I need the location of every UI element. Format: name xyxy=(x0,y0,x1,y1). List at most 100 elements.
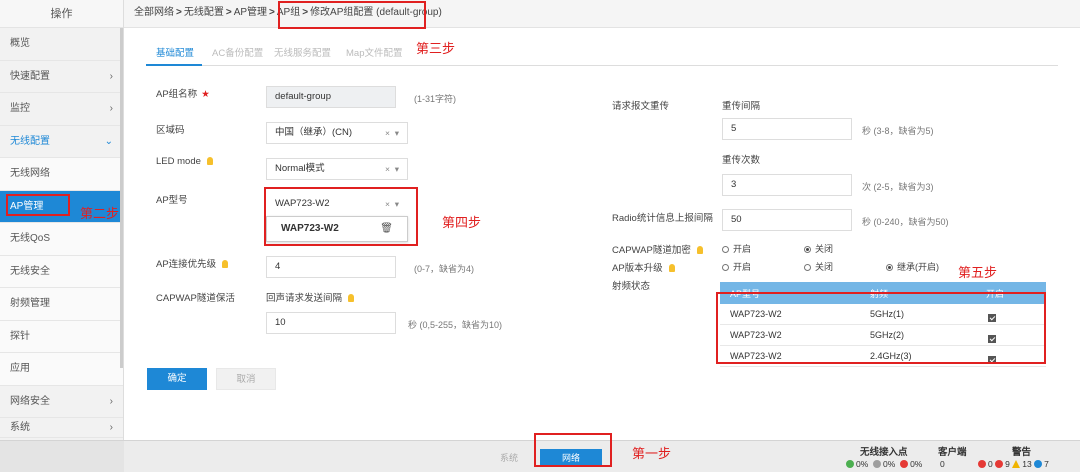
ap-upgrade-off-radio[interactable]: 关闭 xyxy=(804,260,833,273)
region-code-select[interactable]: 中国（继承）(CN) × ▾ xyxy=(266,122,408,144)
tip-bulb-icon[interactable] xyxy=(222,260,229,268)
annotation-box xyxy=(264,187,418,246)
confirm-button[interactable]: 确定 xyxy=(147,368,207,390)
capwap-keepalive-label: CAPWAP隧道保活 xyxy=(156,293,235,304)
sidebar-item-label: 无线配置 xyxy=(10,135,50,147)
priority-input[interactable]: 4 xyxy=(266,256,396,278)
annotation-step1: 第一步 xyxy=(632,447,672,462)
annotation-box xyxy=(278,1,426,29)
priority-label: AP连接优先级 xyxy=(156,256,229,270)
breadcrumb-item[interactable]: AP管理 xyxy=(234,7,267,18)
required-mark: ★ xyxy=(201,89,210,100)
sidebar-header: 操作 xyxy=(0,0,123,28)
wireless-access-values: 0% 0% 0% xyxy=(846,459,922,469)
sidebar-item-label: 无线安全 xyxy=(10,265,50,277)
annotation-step3: 第三步 xyxy=(416,42,456,57)
led-mode-select[interactable]: Normal模式 × ▾ xyxy=(266,158,408,180)
breadcrumb-item[interactable]: 全部网络 xyxy=(134,7,174,18)
priority-hint: (0-7，缺省为4) xyxy=(414,264,475,274)
retransmit-count-hint: 次 (2-5，缺省为3) xyxy=(862,182,934,192)
sidebar-item-system[interactable]: 系统 › xyxy=(0,418,123,438)
warning-icon xyxy=(1012,460,1021,468)
status-error-icon xyxy=(900,460,909,468)
cancel-button[interactable]: 取消 xyxy=(216,368,276,390)
sidebar-item-label: 系统 xyxy=(10,422,30,433)
echo-interval-input[interactable]: 10 xyxy=(266,312,396,334)
tab-map-file[interactable]: Map文件配置 xyxy=(346,45,402,59)
region-code-value: 中国（继承）(CN) xyxy=(275,127,353,138)
led-mode-value: Normal模式 xyxy=(275,163,325,174)
retransmit-interval-input[interactable]: 5 xyxy=(722,118,852,140)
sidebar-item-overview[interactable]: 概览 xyxy=(0,28,123,61)
tab-bar: 基础配置 AC备份配置 无线服务配置 Map文件配置 xyxy=(146,38,1058,66)
sidebar-item-wireless-security[interactable]: 无线安全 xyxy=(0,255,123,288)
sidebar-item-label: 网络安全 xyxy=(10,395,50,407)
chevron-right-icon: › xyxy=(109,70,113,82)
tip-bulb-icon[interactable] xyxy=(348,294,355,302)
critical-alert-icon xyxy=(978,460,986,468)
tab-wireless-service[interactable]: 无线服务配置 xyxy=(274,45,331,59)
tab-ac-backup[interactable]: AC备份配置 xyxy=(212,45,263,59)
annotation-box xyxy=(716,292,1046,364)
region-code-label: 区域码 xyxy=(156,125,185,136)
capwap-encrypt-on-radio[interactable]: 开启 xyxy=(722,242,751,255)
annotation-step4: 第四步 xyxy=(442,216,482,231)
breadcrumb-item[interactable]: 无线配置 xyxy=(184,7,224,18)
breadcrumb-separator: > xyxy=(225,7,232,18)
sidebar-item-wireless-qos[interactable]: 无线QoS xyxy=(0,223,123,256)
sidebar-item-label: 探针 xyxy=(10,330,30,342)
annotation-box xyxy=(6,193,70,216)
group-name-field: default-group xyxy=(266,86,396,108)
sidebar-item-quick-config[interactable]: 快速配置 › xyxy=(0,61,123,93)
ap-model-label: AP型号 xyxy=(156,195,188,206)
sidebar-item-application[interactable]: 应用 xyxy=(0,353,123,386)
radio-stats-input[interactable]: 50 xyxy=(722,209,852,231)
breadcrumb-separator: > xyxy=(269,7,275,18)
breadcrumb-separator: > xyxy=(176,7,182,18)
retransmit-interval-hint: 秒 (3-8，缺省为5) xyxy=(862,126,934,136)
retransmit-count-input[interactable]: 3 xyxy=(722,174,852,196)
sidebar-item-label: 无线QoS xyxy=(10,233,51,244)
sidebar-item-network-security[interactable]: 网络安全 › xyxy=(0,386,123,418)
sidebar-scrollbar[interactable] xyxy=(120,28,123,368)
radio-dot xyxy=(804,264,811,271)
tab-basic-config[interactable]: 基础配置 xyxy=(156,45,194,59)
clear-icon[interactable]: × xyxy=(385,164,390,174)
footer-tab-system[interactable]: 系统 xyxy=(482,449,536,467)
sidebar-item-wireless-network[interactable]: 无线网络 xyxy=(0,158,123,191)
capwap-encrypt-label: CAPWAP隧道加密 xyxy=(612,242,703,256)
tip-bulb-icon[interactable] xyxy=(696,246,703,254)
radio-stats-label: Radio统计信息上报间隔 xyxy=(612,213,713,224)
sidebar-item-rf-management[interactable]: 射频管理 xyxy=(0,288,123,321)
tip-bulb-icon[interactable] xyxy=(668,264,675,272)
breadcrumb: 全部网络 > 无线配置 > AP管理 > AP组 > 修改AP组配置 (default-grou… xyxy=(124,0,1080,28)
major-alert-icon xyxy=(995,460,1004,468)
sidebar-item-label: 概览 xyxy=(10,38,30,49)
radio-dot xyxy=(722,264,729,271)
clients-value: 0 xyxy=(940,459,945,469)
annotation-step5: 第五步 xyxy=(958,266,998,281)
info-icon xyxy=(1034,460,1043,468)
sidebar-item-probe[interactable]: 探针 xyxy=(0,320,123,353)
group-name-hint: (1-31字符) xyxy=(414,94,457,104)
sidebar-item-label: 快速配置 xyxy=(10,70,50,82)
ap-upgrade-on-radio[interactable]: 开启 xyxy=(722,260,751,273)
ap-upgrade-label: AP版本升级 xyxy=(612,260,675,274)
annotation-step2: 第二步 xyxy=(80,207,120,222)
tip-bulb-icon[interactable] xyxy=(206,157,213,165)
ap-upgrade-inherit-radio[interactable]: 继承(开启) xyxy=(886,260,939,273)
capwap-encrypt-off-radio[interactable]: 关闭 xyxy=(804,242,833,255)
sidebar-item-wireless-config[interactable]: 无线配置 ⌄ xyxy=(0,126,123,158)
retransmit-label: 请求报文重传 xyxy=(612,101,670,112)
status-ok-icon xyxy=(846,460,854,468)
sidebar-item-label: 射频管理 xyxy=(10,298,50,309)
sidebar-item-monitor[interactable]: 监控 › xyxy=(0,93,123,126)
group-name-label: AP组名称 ★ xyxy=(156,89,210,100)
alerts-label: 警告 xyxy=(1012,447,1032,458)
alerts-values[interactable]: 0 9 13 7 xyxy=(978,459,1049,469)
radio-stats-hint: 秒 (0-240，缺省为50) xyxy=(862,217,949,227)
chevron-right-icon: › xyxy=(109,422,113,433)
sidebar-item-label: 应用 xyxy=(10,363,30,374)
caret-down-icon: ▾ xyxy=(394,164,399,174)
clear-icon[interactable]: × xyxy=(385,128,390,138)
